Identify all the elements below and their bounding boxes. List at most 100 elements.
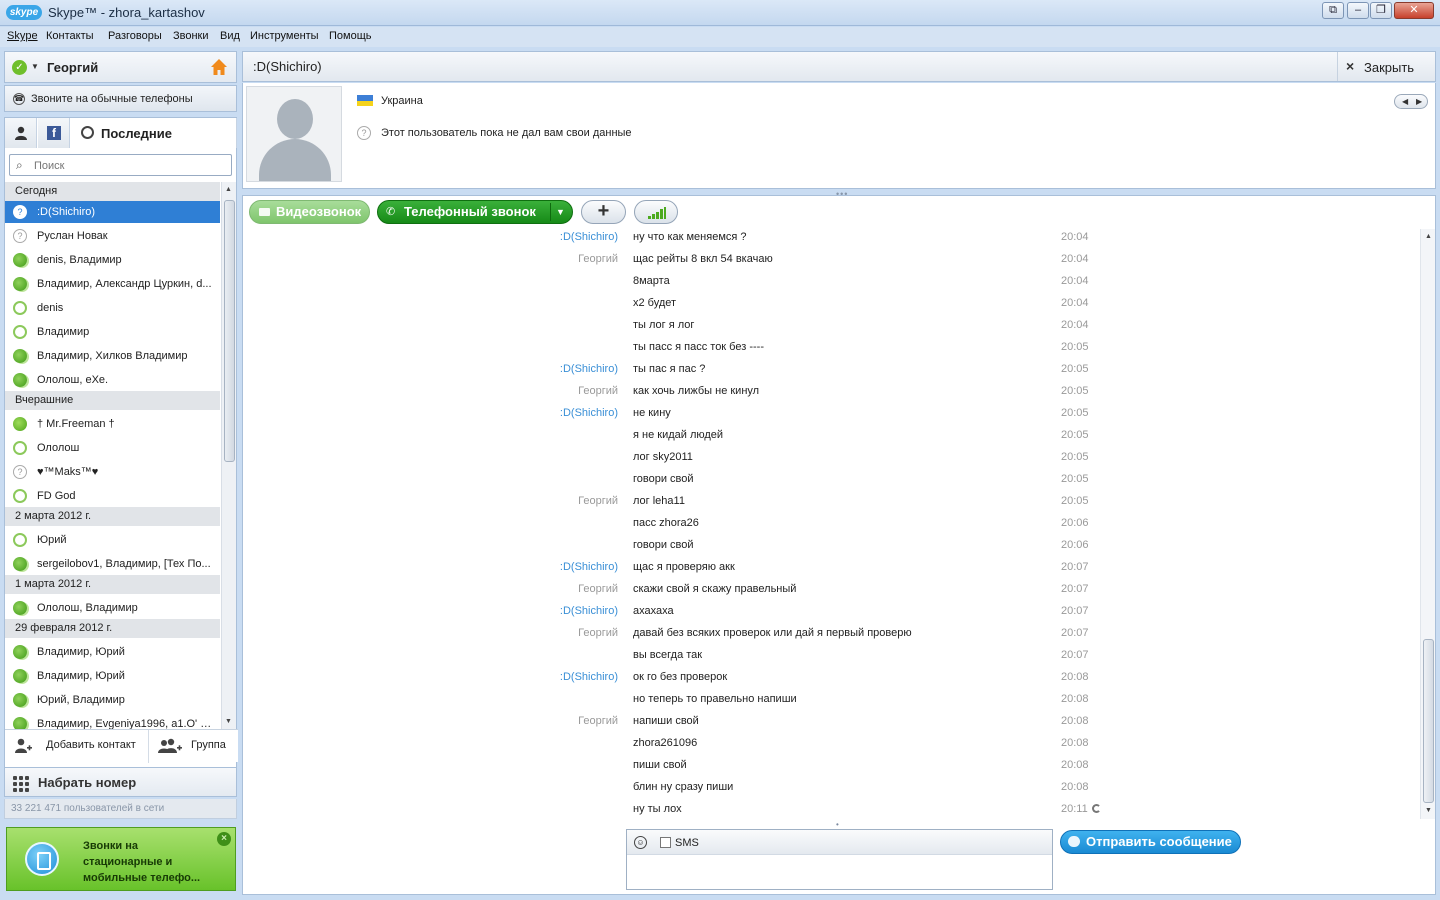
scrollbar-thumb[interactable] — [224, 200, 235, 462]
message-row[interactable]: Георгий скажи свой я скажу правельный 20:0… — [243, 580, 1419, 602]
minimize-icon[interactable]: – — [1347, 2, 1369, 19]
contact-item[interactable]: Владимир — [5, 321, 220, 343]
scroll-down-icon[interactable]: ▼ — [225, 718, 232, 725]
message-row[interactable]: Георгий напиши свой 20:08 — [243, 712, 1419, 734]
add-contact-button[interactable]: Добавить контакт — [5, 730, 149, 763]
menu-skype[interactable]: Skype — [7, 30, 38, 42]
message-row[interactable]: х2 будет 20:04 — [243, 294, 1419, 316]
message-row[interactable]: пасс zhora26 20:06 — [243, 514, 1419, 536]
message-sender: Георгий — [578, 253, 618, 265]
menu-tools[interactable]: Инструменты — [250, 30, 319, 42]
contact-item[interactable]: Ололош, Владимир — [5, 597, 220, 619]
maximize-icon[interactable]: ❐ — [1370, 2, 1392, 19]
contact-item[interactable]: Владимир, Evgeniya1996, a1.O' ff... — [5, 713, 220, 729]
tab-recent[interactable]: Последние — [71, 118, 237, 148]
message-row[interactable]: :D(Shichiro) не кину 20:05 — [243, 404, 1419, 426]
message-row[interactable]: :D(Shichiro) ок го без проверок 20:08 — [243, 668, 1419, 690]
promo-banner[interactable]: Звонки на стационарные и мобильные телеф… — [6, 827, 236, 891]
message-row[interactable]: Георгий щас рейты 8 вкл 54 вкачаю 20:04 — [243, 250, 1419, 272]
message-row[interactable]: :D(Shichiro) ахахаха 20:07 — [243, 602, 1419, 624]
scroll-up-icon[interactable]: ▲ — [225, 186, 232, 193]
message-row[interactable]: :D(Shichiro) щас я проверяю акк 20:07 — [243, 558, 1419, 580]
message-row[interactable]: ты лог я лог 20:04 — [243, 316, 1419, 338]
contact-item[interactable]: ? ♥™Maks™♥ — [5, 461, 220, 483]
message-text: ты лог я лог — [633, 319, 695, 331]
message-row[interactable]: вы всегда так 20:07 — [243, 646, 1419, 668]
tab-contacts[interactable] — [5, 118, 37, 148]
message-scrollbar[interactable]: ▲ ▼ — [1420, 229, 1435, 819]
search-input[interactable] — [34, 158, 224, 173]
add-button[interactable]: + — [581, 200, 626, 224]
contact-item[interactable]: Ололош, eXe. — [5, 369, 220, 391]
group-button[interactable]: Группа — [150, 730, 238, 763]
composer-resize-handle[interactable]: • — [836, 820, 839, 829]
status-icon — [13, 417, 27, 431]
message-row[interactable]: Георгий как хочь лижбы не кинул 20:05 — [243, 382, 1419, 404]
message-row[interactable]: лог sky2011 20:05 — [243, 448, 1419, 470]
contact-item[interactable]: Юрий — [5, 529, 220, 551]
restore-icon[interactable]: ⧉ — [1322, 2, 1344, 19]
message-row[interactable]: ты пасс я пасс ток без ---- 20:05 — [243, 338, 1419, 360]
message-row[interactable]: Георгий давай без всяких проверок или дай… — [243, 624, 1419, 646]
message-row[interactable]: блин ну сразу пиши 20:08 — [243, 778, 1419, 800]
contact-item[interactable]: ? Руслан Новак — [5, 225, 220, 247]
message-row[interactable]: 8марта 20:04 — [243, 272, 1419, 294]
contact-item[interactable]: Владимир, Юрий — [5, 641, 220, 663]
message-row[interactable]: я не кидай людей 20:05 — [243, 426, 1419, 448]
message-row[interactable]: ну ты лох 20:11 — [243, 800, 1419, 818]
avatar[interactable] — [246, 86, 342, 182]
message-row[interactable]: говори свой 20:05 — [243, 470, 1419, 492]
arrow-right-icon[interactable]: ▶ — [1416, 97, 1422, 106]
phone-call-button[interactable]: ✆ Телефонный звонок ▼ — [377, 200, 573, 224]
menu-conversations[interactable]: Разговоры — [108, 30, 162, 42]
profile-nav[interactable]: ◀ ▶ — [1394, 94, 1428, 109]
left-panel: ✓ ▼ Георгий ☎ Звоните на обычные телефон… — [4, 51, 238, 897]
scroll-down-icon[interactable]: ▼ — [1425, 807, 1432, 814]
menu-calls[interactable]: Звонки — [173, 30, 209, 42]
contact-item[interactable]: ?:D(Shichiro) — [5, 201, 220, 223]
contact-item[interactable]: denis, Владимир — [5, 249, 220, 271]
contact-item[interactable]: Владимир, Александр Цуркин, d... — [5, 273, 220, 295]
dial-number-button[interactable]: Набрать номер — [4, 767, 237, 797]
chevron-down-icon[interactable]: ▼ — [31, 62, 39, 71]
message-row[interactable]: но теперь то правельно напиши 20:08 — [243, 690, 1419, 712]
close-chat-button[interactable]: × Закрыть — [1337, 52, 1435, 81]
contact-item[interactable]: † Mr.Freeman † — [5, 413, 220, 435]
menu-view[interactable]: Вид — [220, 30, 240, 42]
call-quality-button[interactable] — [634, 200, 678, 224]
message-composer[interactable]: ☺ SMS — [626, 829, 1053, 890]
close-icon[interactable]: × — [217, 832, 231, 846]
chevron-down-icon[interactable]: ▼ — [556, 201, 565, 223]
arrow-left-icon[interactable]: ◀ — [1402, 97, 1408, 106]
contact-item[interactable]: Ололош — [5, 437, 220, 459]
contact-item[interactable]: Юрий, Владимир — [5, 689, 220, 711]
message-row[interactable]: :D(Shichiro) ты пас я пас ? 20:05 — [243, 360, 1419, 382]
search-box[interactable]: ⌕ — [9, 154, 232, 176]
home-icon[interactable] — [210, 58, 228, 76]
smiley-icon[interactable]: ☺ — [634, 836, 647, 849]
online-status-icon[interactable]: ✓ — [12, 60, 27, 75]
contact-item[interactable]: Владимир, Хилков Владимир — [5, 345, 220, 367]
tab-facebook[interactable]: f — [38, 118, 70, 148]
message-row[interactable]: говори свой 20:06 — [243, 536, 1419, 558]
message-row[interactable]: Георгий лог leha11 20:05 — [243, 492, 1419, 514]
contact-item[interactable]: FD God — [5, 485, 220, 507]
contact-item[interactable]: denis — [5, 297, 220, 319]
scroll-up-icon[interactable]: ▲ — [1425, 233, 1432, 240]
group-icon — [13, 277, 27, 291]
contact-item[interactable]: Владимир, Юрий — [5, 665, 220, 687]
user-status-bar[interactable]: ✓ ▼ Георгий — [4, 51, 237, 83]
message-row[interactable]: zhora261096 20:08 — [243, 734, 1419, 756]
send-message-button[interactable]: Отправить сообщение — [1060, 830, 1241, 854]
close-icon[interactable]: ✕ — [1394, 2, 1434, 19]
sms-checkbox[interactable] — [660, 837, 671, 848]
message-row[interactable]: :D(Shichiro) ну что как меняемся ? 20:04 — [243, 228, 1419, 250]
contact-list-scrollbar[interactable]: ▲ ▼ — [221, 182, 236, 729]
video-call-button[interactable]: Видеозвонок — [249, 200, 370, 224]
menu-help[interactable]: Помощь — [329, 30, 372, 42]
call-phones-button[interactable]: ☎ Звоните на обычные телефоны — [4, 85, 237, 112]
menu-contacts[interactable]: Контакты — [46, 30, 94, 42]
contact-item[interactable]: sergeilobov1, Владимир, [Тех По... — [5, 553, 220, 575]
scrollbar-thumb[interactable] — [1423, 639, 1434, 803]
message-row[interactable]: пиши свой 20:08 — [243, 756, 1419, 778]
